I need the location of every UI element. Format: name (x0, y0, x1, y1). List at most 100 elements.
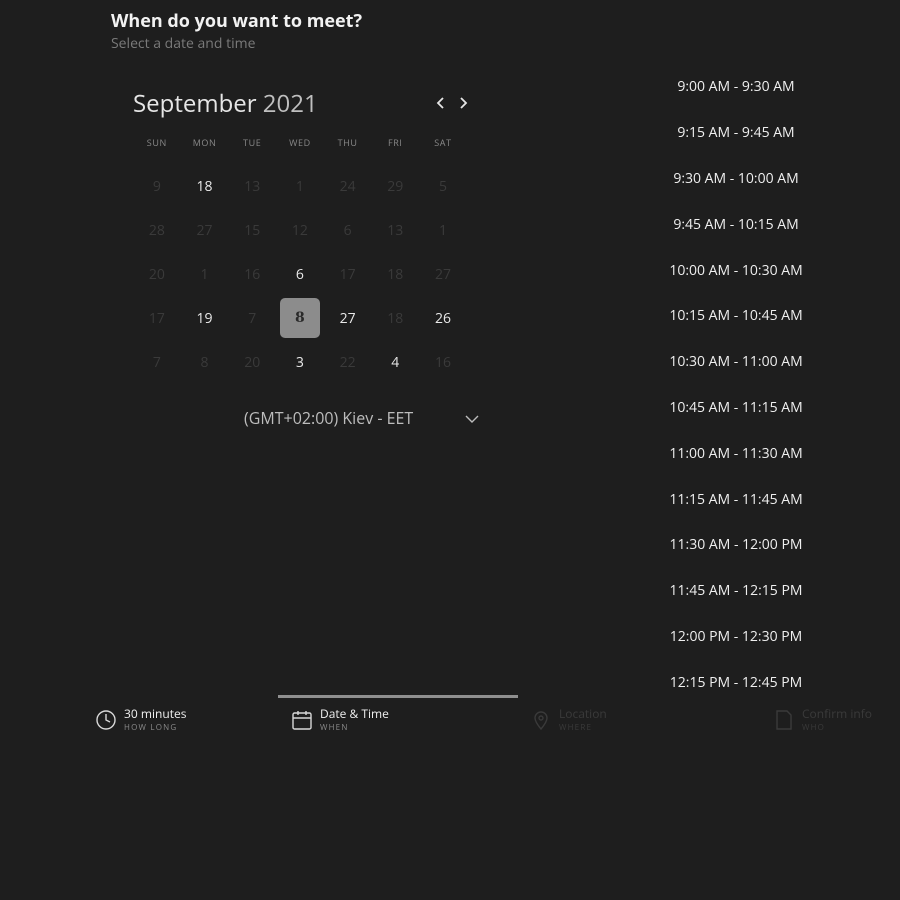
step-where[interactable]: Location WHERE (530, 706, 607, 734)
calendar-grid: SUN MON TUE WED THU FRI SAT 9 18 13 1 24 29 5 28 27 15 1… (133, 136, 467, 384)
calendar-day-disabled: 1 (419, 208, 467, 252)
calendar-day-disabled: 24 (324, 164, 372, 208)
calendar-day-number: 18 (196, 176, 213, 196)
calendar-day-available[interactable]: 3 (276, 340, 324, 384)
page-subtitle: Select a date and time (111, 34, 256, 53)
calendar-day-number: 18 (387, 264, 404, 284)
calendar-day-available[interactable]: 19 (181, 296, 229, 340)
calendar-day-number: 1 (200, 264, 209, 284)
calendar-day-number: 16 (244, 264, 261, 284)
weekday-label: WED (289, 136, 311, 149)
timezone-dropdown-toggle[interactable] (463, 410, 481, 428)
step-who[interactable]: Confirm info WHO (773, 706, 872, 734)
calendar-day-number: 26 (434, 308, 451, 328)
calendar-day-number: 4 (391, 352, 400, 372)
step-sublabel: WHERE (559, 722, 593, 733)
weekday-label: THU (337, 136, 358, 149)
weekday-label: SAT (434, 136, 452, 149)
calendar-month-label: September 2021 (133, 88, 318, 120)
calendar-day-disabled: 7 (228, 296, 276, 340)
calendar-day-number: 13 (244, 176, 261, 196)
calendar-day-disabled: 17 (133, 296, 181, 340)
calendar-day-disabled: 8 (181, 340, 229, 384)
time-slot-button[interactable]: 10:45 AM - 11:15 AM (640, 385, 832, 431)
calendar-day-disabled: 18 (371, 252, 419, 296)
calendar-day-number: 22 (339, 352, 356, 372)
time-slot-list: 9:00 AM - 9:30 AM 9:15 AM - 9:45 AM 9:30 A… (640, 64, 832, 705)
calendar-day-number: 27 (434, 264, 451, 284)
calendar-day-number: 1 (438, 220, 447, 240)
calendar-day-number: 28 (148, 220, 165, 240)
calendar-day-number: 18 (387, 308, 404, 328)
calendar-day-available[interactable]: 27 (324, 296, 372, 340)
chevron-left-icon (436, 97, 444, 109)
time-slot-button[interactable]: 9:15 AM - 9:45 AM (640, 110, 832, 156)
calendar-day-selected[interactable]: 8 (276, 296, 324, 340)
calendar-days: 9 18 13 1 24 29 5 28 27 15 12 6 13 1 20 1 16 6 17 18 27 17 19 7… (133, 164, 467, 384)
time-slot-button[interactable]: 10:15 AM - 10:45 AM (640, 293, 832, 339)
step-text: 30 minutes HOW LONG (124, 706, 186, 734)
time-slot-button[interactable]: 11:45 AM - 12:15 PM (640, 568, 832, 614)
location-pin-icon (530, 709, 552, 731)
weekday-label: MON (192, 136, 217, 149)
step-how-long[interactable]: 30 minutes HOW LONG (95, 706, 186, 734)
calendar-day-number: 15 (244, 220, 261, 240)
calendar-day-disabled: 29 (371, 164, 419, 208)
calendar-day-available[interactable]: 18 (181, 164, 229, 208)
calendar-day-disabled: 15 (228, 208, 276, 252)
time-slot-button[interactable]: 11:30 AM - 12:00 PM (640, 522, 832, 568)
calendar-day-number: 7 (248, 308, 257, 328)
time-slot-button[interactable]: 10:00 AM - 10:30 AM (640, 247, 832, 293)
time-slot-button[interactable]: 12:15 PM - 12:45 PM (640, 659, 832, 705)
clock-icon (95, 709, 117, 731)
calendar-day-number: 3 (295, 352, 304, 372)
calendar-day-disabled: 13 (371, 208, 419, 252)
calendar-day-disabled: 28 (133, 208, 181, 252)
calendar-icon (291, 709, 313, 731)
step-sublabel: WHO (802, 722, 826, 733)
calendar-day-disabled: 7 (133, 340, 181, 384)
time-slot-button[interactable]: 9:45 AM - 10:15 AM (640, 201, 832, 247)
time-slot-button[interactable]: 9:30 AM - 10:00 AM (640, 156, 832, 202)
step-text: Date & Time WHEN (320, 706, 389, 734)
time-slot-button[interactable]: 11:15 AM - 11:45 AM (640, 476, 832, 522)
calendar-day-available[interactable]: 6 (276, 252, 324, 296)
page-header: When do you want to meet? Select a date … (111, 10, 362, 54)
time-slot-button[interactable]: 11:00 AM - 11:30 AM (640, 430, 832, 476)
calendar-day-disabled: 1 (276, 164, 324, 208)
previous-month-button[interactable] (432, 92, 450, 114)
step-progress-bar (278, 695, 518, 698)
timezone-select[interactable]: (GMT+02:00) Kiev - EET (244, 406, 413, 430)
time-slot-button[interactable]: 12:00 PM - 12:30 PM (640, 614, 832, 660)
next-month-button[interactable] (455, 92, 473, 114)
calendar-day-number: 19 (196, 308, 213, 328)
calendar-day-disabled: 16 (228, 252, 276, 296)
chevron-right-icon (460, 97, 468, 109)
time-slot-button[interactable]: 10:30 AM - 11:00 AM (640, 339, 832, 385)
weekday-label: SUN (146, 136, 167, 149)
calendar-day-number: 24 (339, 176, 356, 196)
step-text: Location WHERE (559, 706, 607, 734)
calendar-day-disabled: 5 (419, 164, 467, 208)
step-when[interactable]: Date & Time WHEN (291, 706, 389, 734)
step-label: Location (559, 705, 607, 722)
calendar-day-number: 16 (434, 352, 451, 372)
calendar-day-available[interactable]: 4 (371, 340, 419, 384)
step-label: Date & Time (320, 705, 389, 722)
calendar-day-number: 13 (387, 220, 404, 240)
calendar-day-number: 8 (279, 298, 320, 338)
step-text: Confirm info WHO (802, 706, 872, 734)
calendar-day-disabled: 6 (324, 208, 372, 252)
step-navigation: 30 minutes HOW LONG Date & Time WHEN Locatio… (0, 706, 900, 746)
calendar-day-disabled: 16 (419, 340, 467, 384)
time-slot-button[interactable]: 9:00 AM - 9:30 AM (640, 64, 832, 110)
weekday-label: TUE (243, 136, 262, 149)
calendar-day-available[interactable]: 26 (419, 296, 467, 340)
calendar-day-number: 6 (295, 264, 304, 284)
calendar-day-number: 8 (200, 352, 209, 372)
calendar-day-number: 9 (152, 176, 161, 196)
calendar-day-number: 6 (343, 220, 352, 240)
weekday-label: FRI (388, 136, 403, 149)
calendar-day-number: 17 (339, 264, 356, 284)
calendar-day-disabled: 13 (228, 164, 276, 208)
